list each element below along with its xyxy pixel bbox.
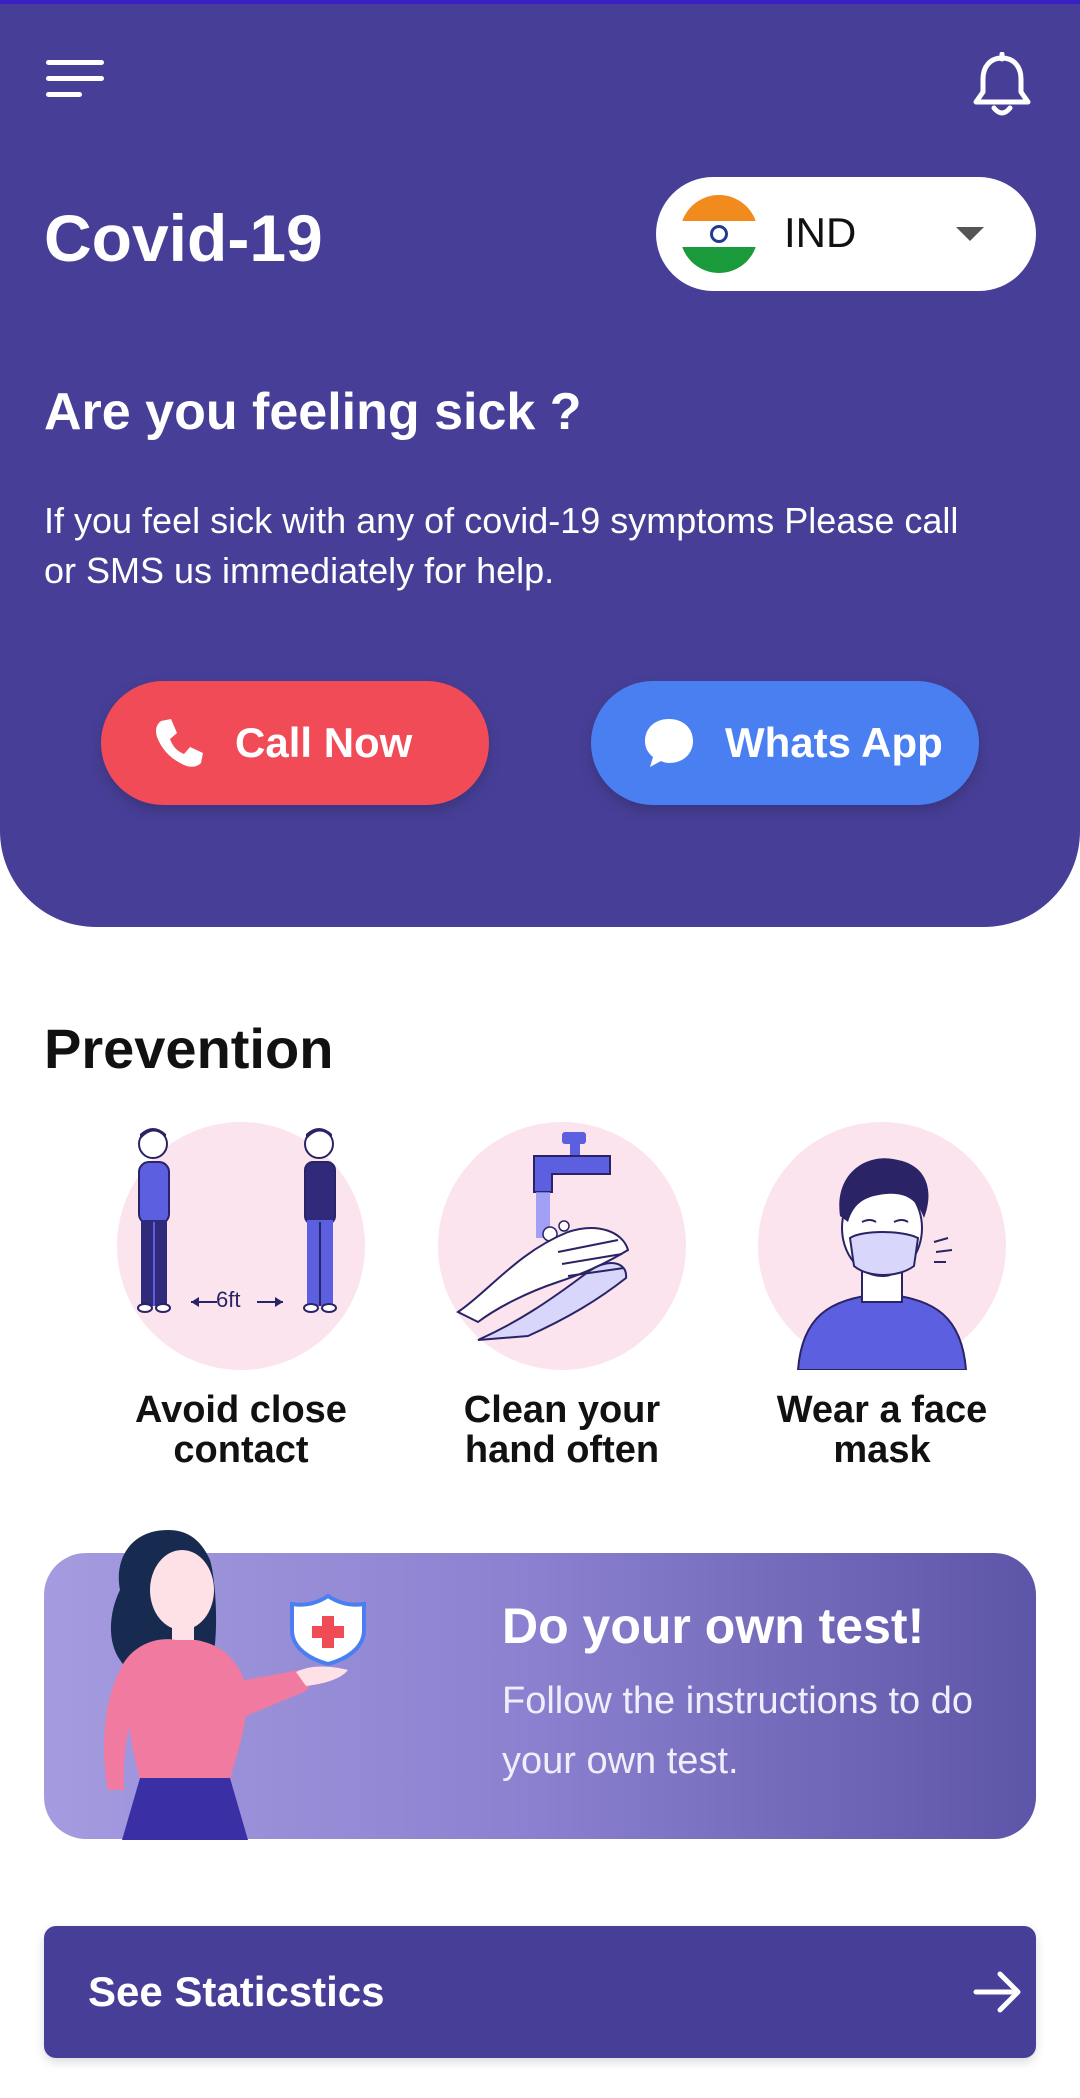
prevention-heading: Prevention bbox=[44, 1017, 334, 1080]
prevention-label: Avoid close contact bbox=[135, 1389, 347, 1471]
caret-down-icon bbox=[956, 227, 984, 241]
see-statistics-button[interactable]: See Staticstics bbox=[44, 1926, 1036, 2058]
phone-icon bbox=[149, 713, 209, 773]
prevention-item-distance[interactable]: 6ft Avoid close contact bbox=[111, 1122, 371, 1470]
prevention-label: Clean your hand often bbox=[463, 1389, 661, 1471]
hamburger-menu-icon[interactable] bbox=[46, 60, 110, 100]
call-now-button[interactable]: Call Now bbox=[101, 681, 489, 805]
distance-label: 6ft bbox=[216, 1287, 241, 1312]
handwashing-illustration bbox=[438, 1122, 686, 1370]
india-flag-icon bbox=[680, 195, 758, 273]
sick-help-text: If you feel sick with any of covid-19 sy… bbox=[44, 500, 959, 591]
social-distance-illustration: 6ft bbox=[117, 1122, 365, 1370]
face-mask-illustration bbox=[758, 1122, 1006, 1370]
prevention-item-handwash[interactable]: Clean your hand often bbox=[432, 1122, 692, 1470]
prevention-item-mask[interactable]: Wear a face mask bbox=[752, 1122, 1012, 1470]
chat-bubble-icon bbox=[639, 713, 699, 773]
prevention-label: Wear a face mask bbox=[776, 1389, 988, 1471]
self-test-title: Do your own test! bbox=[502, 1598, 925, 1654]
app-title: Covid-19 bbox=[44, 201, 323, 275]
sick-question-heading: Are you feeling sick ? bbox=[44, 383, 582, 441]
call-now-label: Call Now bbox=[235, 719, 413, 766]
country-code: IND bbox=[784, 209, 857, 256]
hero-panel: Covid-19 IND Are you feeling sick ? If y… bbox=[0, 4, 1080, 927]
self-test-subtitle: Follow the instructions to do your own t… bbox=[502, 1680, 974, 1782]
country-selector[interactable]: IND bbox=[656, 177, 1036, 291]
bell-icon[interactable] bbox=[970, 51, 1034, 120]
arrow-right-icon bbox=[973, 1971, 1021, 2013]
whatsapp-label: Whats App bbox=[725, 719, 943, 766]
whatsapp-button[interactable]: Whats App bbox=[591, 681, 979, 805]
woman-shield-illustration bbox=[104, 1530, 366, 1840]
see-statistics-label: See Staticstics bbox=[88, 1968, 385, 2015]
